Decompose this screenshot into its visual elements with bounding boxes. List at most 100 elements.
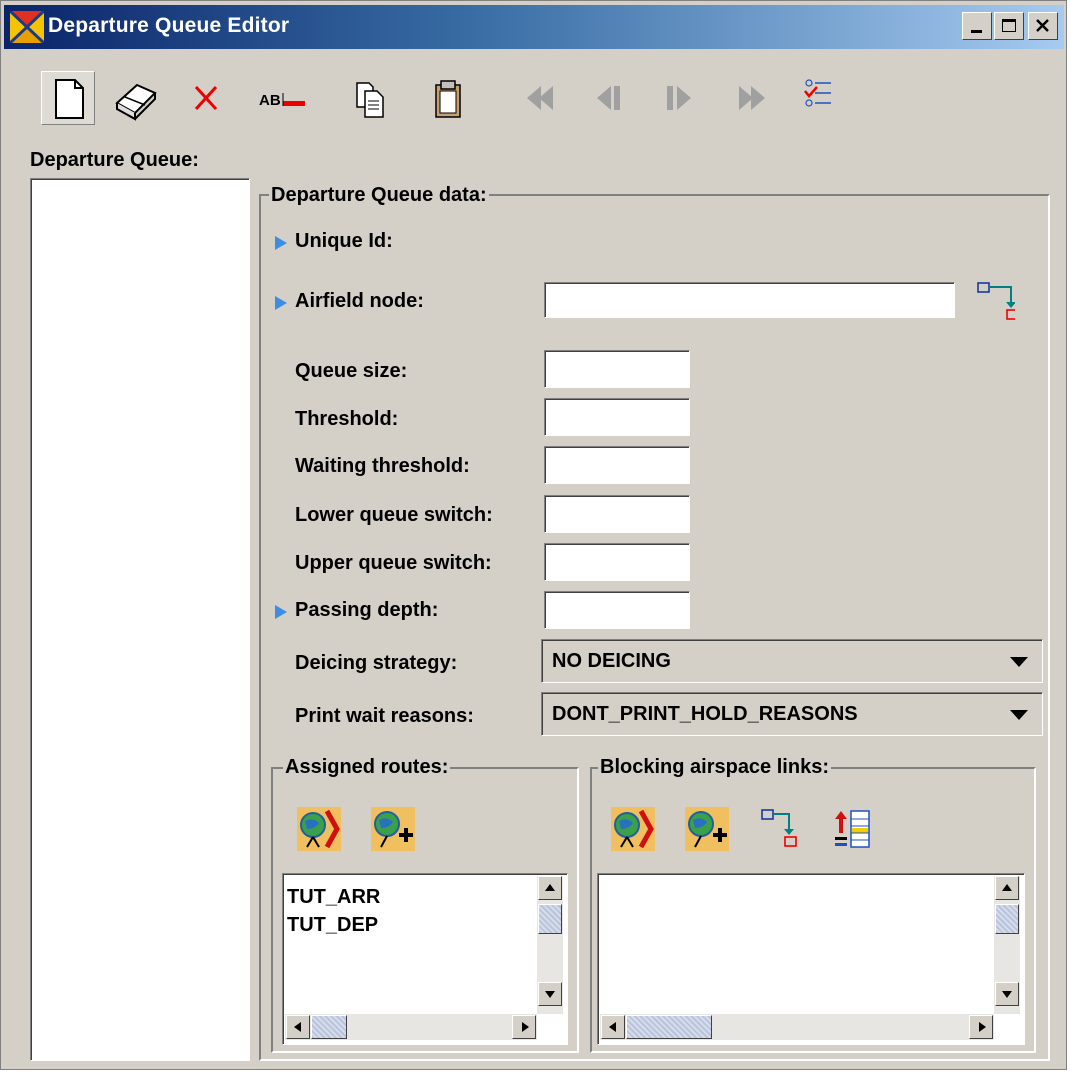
scroll-down-button[interactable] — [538, 982, 562, 1006]
blocking-airspace-links-list[interactable] — [597, 873, 1025, 1045]
assign-link-button[interactable] — [611, 807, 655, 851]
waiting-threshold-field[interactable] — [544, 446, 690, 484]
select-node-button[interactable] — [975, 280, 1019, 320]
minimize-button[interactable] — [962, 12, 992, 40]
arrow-up-icon — [545, 884, 555, 891]
add-link-button[interactable] — [685, 807, 729, 851]
required-bullet-icon — [275, 296, 287, 310]
new-icon — [55, 79, 84, 119]
svg-text:AB: AB — [259, 92, 281, 109]
arrow-right-icon — [979, 1022, 986, 1032]
delete-button[interactable] — [179, 71, 233, 125]
departure-queue-list[interactable] — [30, 178, 250, 1061]
checklist-button[interactable] — [799, 71, 853, 125]
vertical-scroll-thumb[interactable] — [995, 904, 1019, 934]
rename-button[interactable]: AB — [253, 71, 307, 125]
waiting-threshold-label: Waiting threshold: — [295, 455, 470, 477]
window-title: Departure Queue Editor — [48, 14, 290, 37]
required-bullet-icon — [275, 236, 287, 250]
title-bar[interactable]: Departure Queue Editor — [4, 5, 1064, 49]
close-icon — [1036, 19, 1049, 32]
arrow-left-icon — [609, 1022, 616, 1032]
horizontal-scroll-thumb[interactable] — [626, 1015, 712, 1039]
checklist-icon — [804, 79, 831, 107]
next-record-button[interactable] — [653, 71, 707, 125]
airfield-node-label: Airfield node: — [295, 290, 424, 312]
queue-size-field[interactable] — [544, 350, 690, 388]
assign-route-button[interactable] — [297, 807, 341, 851]
print-wait-reasons-value: DONT_PRINT_HOLD_REASONS — [552, 703, 858, 725]
sort-list-icon — [835, 810, 870, 848]
upper-queue-switch-label: Upper queue switch: — [295, 552, 492, 574]
scroll-up-button[interactable] — [995, 876, 1019, 900]
chevron-down-icon — [1010, 657, 1028, 667]
delete-icon — [194, 85, 218, 111]
list-item[interactable]: TUT_DEP — [287, 914, 378, 937]
previous-icon — [597, 86, 620, 110]
chevron-down-icon — [1010, 710, 1028, 720]
globe-route-icon — [297, 807, 341, 851]
minimize-icon — [971, 30, 982, 33]
app-logo-icon — [10, 11, 44, 43]
print-wait-reasons-label: Print wait reasons: — [295, 705, 474, 727]
first-icon — [527, 86, 553, 110]
last-record-button[interactable] — [725, 71, 779, 125]
erase-button[interactable] — [109, 71, 163, 125]
arrow-right-icon — [522, 1022, 529, 1032]
required-bullet-icon — [275, 605, 287, 619]
departure-queue-data-legend: Departure Queue data: — [269, 184, 489, 207]
globe-add-icon — [371, 807, 415, 851]
scroll-left-button[interactable] — [286, 1015, 310, 1039]
upper-queue-switch-field[interactable] — [544, 543, 690, 581]
queue-size-label: Queue size: — [295, 360, 408, 382]
lower-queue-switch-field[interactable] — [544, 495, 690, 533]
node-link-icon — [977, 282, 1019, 320]
scroll-down-button[interactable] — [995, 982, 1019, 1006]
copy-icon — [356, 82, 384, 118]
scroll-up-button[interactable] — [538, 876, 562, 900]
departure-queue-editor-window: Departure Queue Editor AB Departure Queu… — [0, 0, 1067, 1070]
arrow-down-icon — [1002, 991, 1012, 998]
rename-icon: AB — [259, 92, 305, 109]
deicing-strategy-label: Deicing strategy: — [295, 652, 458, 674]
maximize-icon — [1002, 19, 1016, 32]
threshold-label: Threshold: — [295, 408, 399, 430]
previous-record-button[interactable] — [583, 71, 637, 125]
list-item[interactable]: TUT_ARR — [287, 886, 380, 909]
unique-id-label: Unique Id: — [295, 230, 393, 252]
first-record-button[interactable] — [513, 71, 567, 125]
globe-route-icon — [611, 807, 655, 851]
passing-depth-label: Passing depth: — [295, 599, 439, 621]
scroll-left-button[interactable] — [601, 1015, 625, 1039]
print-wait-reasons-select[interactable]: DONT_PRINT_HOLD_REASONS — [541, 692, 1043, 736]
last-icon — [739, 86, 765, 110]
node-link-icon — [761, 809, 797, 847]
scroll-right-button[interactable] — [969, 1015, 993, 1039]
vertical-scroll-thumb[interactable] — [538, 904, 562, 934]
deicing-strategy-value: NO DEICING — [552, 650, 671, 672]
paste-button[interactable] — [421, 71, 475, 125]
add-route-button[interactable] — [371, 807, 415, 851]
close-button[interactable] — [1028, 12, 1058, 40]
sort-list-button[interactable] — [833, 807, 873, 848]
assigned-routes-list[interactable]: TUT_ARR TUT_DEP — [282, 873, 568, 1045]
airfield-node-field[interactable] — [544, 282, 955, 318]
passing-depth-field[interactable] — [544, 591, 690, 629]
paste-icon — [435, 80, 461, 118]
assigned-routes-legend: Assigned routes: — [283, 756, 451, 779]
arrow-up-icon — [1002, 884, 1012, 891]
select-link-node-button[interactable] — [759, 807, 799, 847]
deicing-strategy-select[interactable]: NO DEICING — [541, 639, 1043, 683]
globe-add-icon — [685, 807, 729, 851]
scroll-right-button[interactable] — [512, 1015, 536, 1039]
new-button[interactable] — [41, 71, 95, 125]
arrow-down-icon — [545, 991, 555, 998]
departure-queue-label: Departure Queue: — [30, 149, 199, 171]
lower-queue-switch-label: Lower queue switch: — [295, 504, 493, 526]
horizontal-scroll-thumb[interactable] — [311, 1015, 347, 1039]
eraser-icon — [115, 83, 157, 121]
blocking-airspace-links-legend: Blocking airspace links: — [598, 756, 831, 779]
maximize-button[interactable] — [994, 12, 1024, 40]
threshold-field[interactable] — [544, 398, 690, 436]
copy-button[interactable] — [343, 71, 397, 125]
